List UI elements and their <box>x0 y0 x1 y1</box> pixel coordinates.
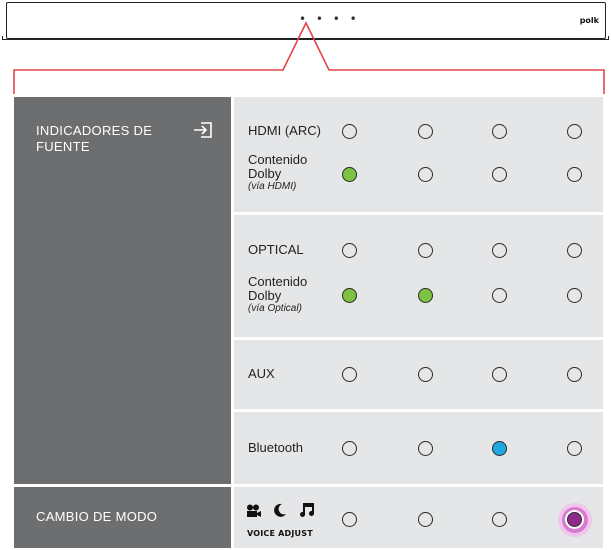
led-indicator-green <box>342 288 357 303</box>
row-label-hdmi-arc: HDMI (ARC) <box>248 123 321 138</box>
moon-icon <box>274 503 286 517</box>
led-indicator-off <box>342 124 357 139</box>
row-mode-change: VOICE ADJUST <box>234 487 603 548</box>
led-indicator-off <box>342 512 357 527</box>
led-indicator-off <box>492 288 507 303</box>
music-note-icon <box>300 503 314 517</box>
led-indicator-off <box>567 243 582 258</box>
row-group-hdmi: HDMI (ARC) Contenido Dolby (vía HDMI) <box>234 97 603 212</box>
source-indicators-header: INDICADORES DE FUENTE <box>14 97 231 484</box>
row-label-optical: OPTICAL <box>248 242 304 257</box>
led-indicator-off <box>342 243 357 258</box>
led-indicator-green <box>342 167 357 182</box>
movie-camera-icon <box>247 504 261 517</box>
led-indicator-off <box>492 512 507 527</box>
led-indicator-off <box>567 167 582 182</box>
indicator-panel: INDICADORES DE FUENTE HDMI (ARC) Conteni… <box>14 97 603 548</box>
mode-change-title: CAMBIO DE MODO <box>36 509 158 524</box>
led-indicator-off <box>492 243 507 258</box>
led-indicator-off <box>342 367 357 382</box>
led-indicator-off <box>567 124 582 139</box>
led-indicator-off <box>418 243 433 258</box>
source-indicators-title: INDICADORES DE FUENTE <box>36 123 153 154</box>
led-indicator-off <box>418 367 433 382</box>
led-indicator-off <box>418 441 433 456</box>
led-indicator-off <box>418 167 433 182</box>
led-indicator-off <box>567 288 582 303</box>
led-indicator-blue <box>492 441 507 456</box>
led-indicator-off <box>342 441 357 456</box>
led-indicator-off <box>567 441 582 456</box>
mode-icons: VOICE ADJUST <box>246 499 336 545</box>
row-bluetooth: Bluetooth <box>234 412 603 484</box>
led-indicator-green <box>418 288 433 303</box>
row-label-dolby-optical: Contenido Dolby (vía Optical) <box>248 274 308 315</box>
led-indicator-off <box>492 167 507 182</box>
led-indicator-off <box>492 124 507 139</box>
led-indicator-off <box>418 512 433 527</box>
led-indicator-off <box>567 367 582 382</box>
row-label-bluetooth: Bluetooth <box>248 440 303 455</box>
row-aux: AUX <box>234 340 603 409</box>
led-indicator-off <box>492 367 507 382</box>
led-indicator-off <box>418 124 433 139</box>
mode-change-header: CAMBIO DE MODO <box>14 487 231 548</box>
row-label-aux: AUX <box>248 366 275 381</box>
callout-bracket <box>13 21 605 94</box>
input-arrow-icon <box>194 122 212 138</box>
voice-adjust-label: VOICE ADJUST <box>247 529 313 538</box>
led-indicator-purple <box>567 512 582 527</box>
row-label-dolby-hdmi: Contenido Dolby (vía HDMI) <box>248 152 308 193</box>
row-group-optical: OPTICAL Contenido Dolby (vía Optical) <box>234 215 603 337</box>
